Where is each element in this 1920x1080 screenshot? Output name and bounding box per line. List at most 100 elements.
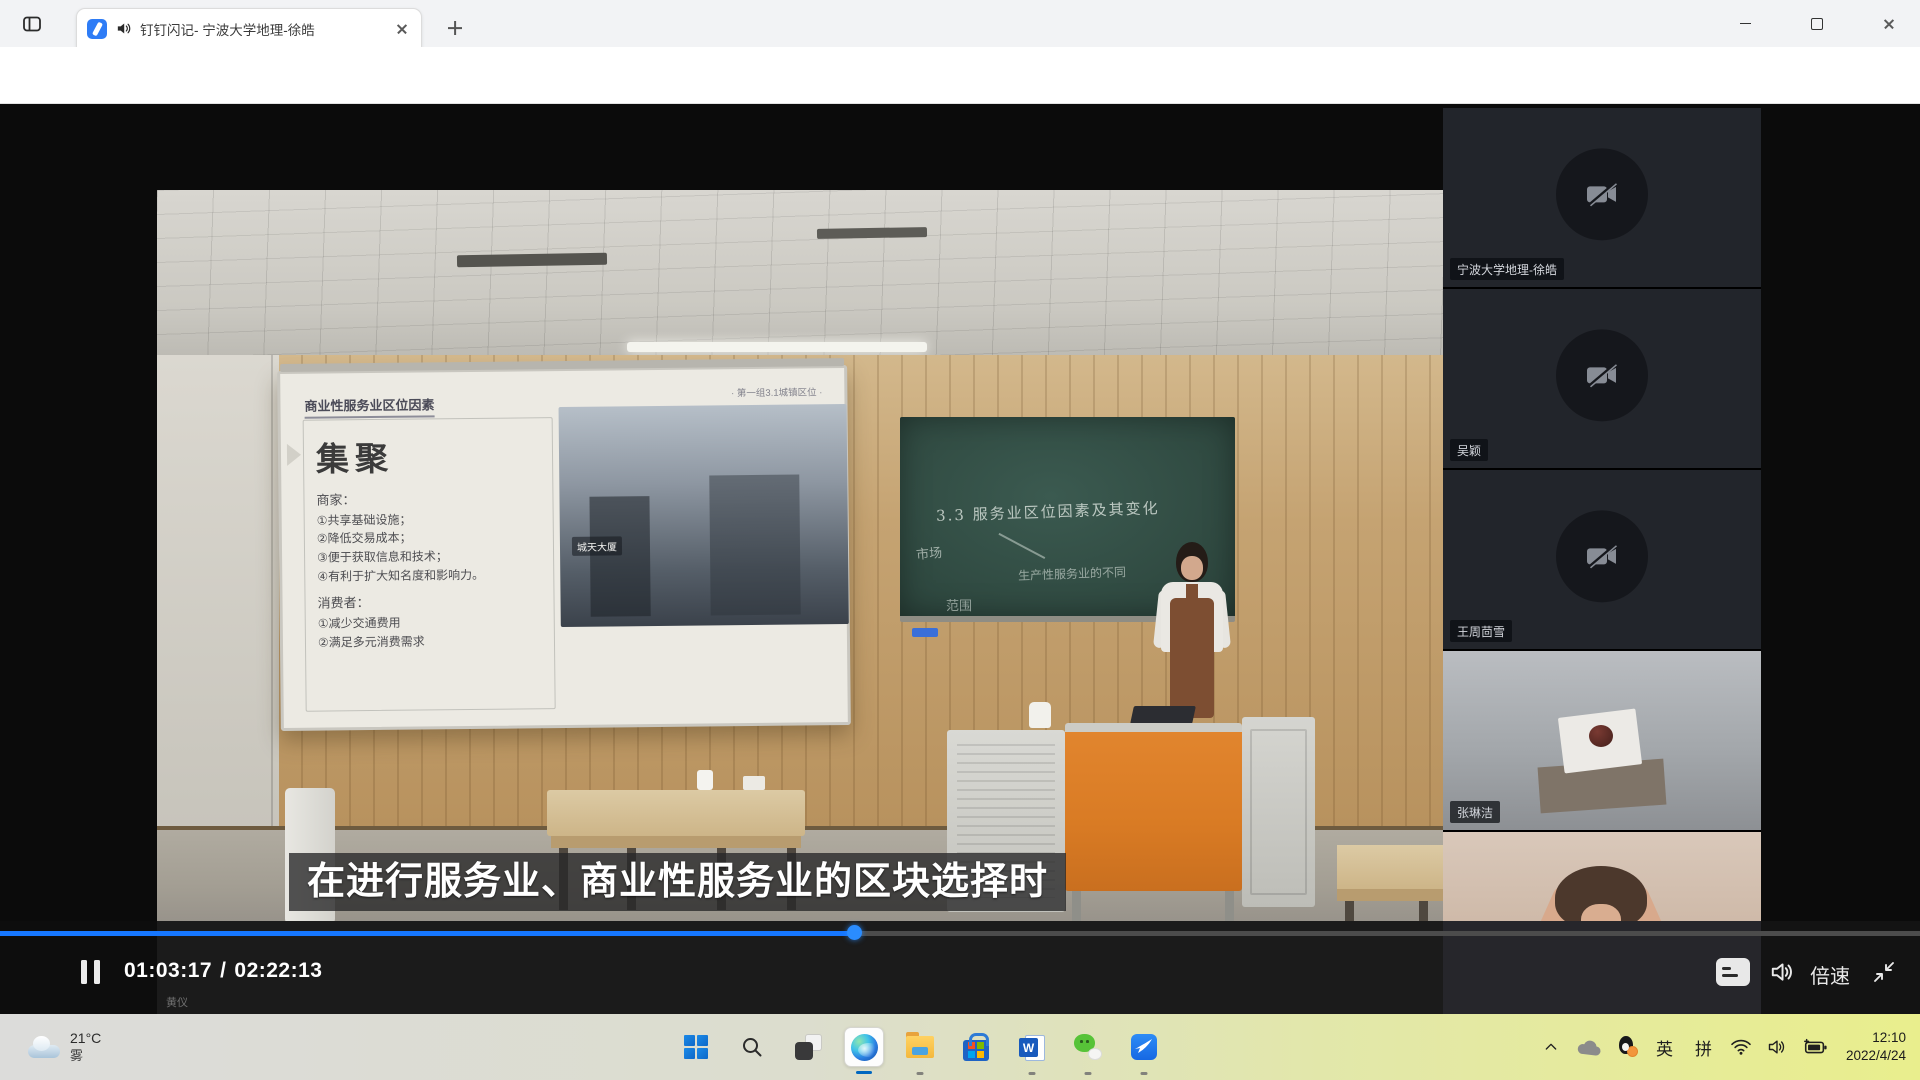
cup xyxy=(697,770,713,790)
blackboard-note: 市场 xyxy=(915,542,943,563)
dingtalk-shanji-favicon xyxy=(87,19,107,39)
tab-close-button[interactable] xyxy=(393,20,411,38)
word-icon: W xyxy=(1019,1034,1045,1060)
search-button[interactable] xyxy=(732,1027,772,1067)
teacher-desk xyxy=(1065,723,1242,891)
window-minimize-button[interactable] xyxy=(1722,0,1768,47)
microsoft-store-icon xyxy=(963,1040,989,1061)
camera-off-avatar xyxy=(1556,510,1648,602)
ceiling-light xyxy=(627,342,927,352)
slide-line: 商家： xyxy=(316,488,540,511)
participant-tile[interactable]: 吴颖 xyxy=(1443,289,1761,468)
tab-audio-icon[interactable] xyxy=(115,20,132,37)
slide-photo: 城天大厦 xyxy=(559,404,849,627)
camera-off-icon xyxy=(1585,362,1619,388)
browser-tab[interactable]: 钉钉闪记- 宁波大学地理-徐皓 xyxy=(76,8,422,48)
search-icon xyxy=(740,1035,764,1059)
slide-header: 商业性服务业区位因素 xyxy=(304,394,434,418)
taskbar-app-icons: W xyxy=(676,1014,1164,1080)
system-tray: 英 拼 xyxy=(1540,1014,1920,1080)
camera-off-avatar xyxy=(1556,329,1648,421)
running-app-indicator xyxy=(917,1072,924,1075)
task-view-icon xyxy=(795,1042,813,1060)
video-frame[interactable]: 商业性服务业区位因素 · 第一组3.1城镇区位 · 集聚 商家： ①共享基础设施… xyxy=(157,190,1443,925)
volume-button[interactable] xyxy=(1766,956,1798,988)
running-app-indicator xyxy=(1141,1072,1148,1075)
windows-taskbar: 21°C 雾 xyxy=(0,1014,1920,1080)
blackboard-title: 3.3 服务业区位因素及其变化 xyxy=(936,497,1160,526)
playback-speed-button[interactable]: 倍速 xyxy=(1810,960,1850,989)
student-table xyxy=(547,790,805,836)
taskbar-wechat-button[interactable] xyxy=(1068,1027,1108,1067)
tray-date: 2022/4/24 xyxy=(1846,1048,1906,1063)
window-close-button[interactable] xyxy=(1866,0,1912,47)
slide-photo-caption: 城天大厦 xyxy=(572,536,622,556)
board-eraser xyxy=(912,628,938,637)
desk-leg xyxy=(1072,891,1081,921)
dingtalk-icon xyxy=(1131,1034,1157,1060)
running-app-indicator xyxy=(1029,1072,1036,1075)
collapse-view-button[interactable] xyxy=(1868,956,1900,988)
slide-line: ④有利于扩大知名度和影响力。 xyxy=(317,566,541,587)
pause-button[interactable] xyxy=(76,958,104,986)
wifi-icon[interactable] xyxy=(1730,1027,1752,1067)
presenter-apron xyxy=(1170,598,1214,718)
battery-charging-icon[interactable] xyxy=(1802,1027,1828,1067)
tray-chevron-button[interactable] xyxy=(1540,1027,1562,1067)
onedrive-cloud-icon[interactable] xyxy=(1576,1027,1602,1067)
participant-tile[interactable]: 宁波大学地理-徐皓 xyxy=(1443,108,1761,287)
slide-line: ③便于获取信息和技术； xyxy=(317,547,541,568)
presenter-face xyxy=(1181,556,1203,580)
start-button[interactable] xyxy=(676,1027,716,1067)
laptop xyxy=(1130,706,1196,724)
camera-off-icon xyxy=(1585,543,1619,569)
participant-tile[interactable]: 张琳洁 xyxy=(1443,651,1761,830)
browser-tab-bar: 钉钉闪记- 宁波大学地理-徐皓 xyxy=(0,0,1920,47)
participant-name: 宁波大学地理-徐皓 xyxy=(1450,258,1564,280)
weather-widget[interactable]: 21°C 雾 xyxy=(18,1014,109,1080)
classroom-ceiling xyxy=(157,190,1443,355)
taskbar-file-explorer-button[interactable] xyxy=(900,1027,940,1067)
blackboard-chalk-stroke xyxy=(999,533,1046,559)
slide-heading: 集聚 xyxy=(316,430,540,480)
ceiling-vent xyxy=(817,227,927,239)
taskbar-store-button[interactable] xyxy=(956,1027,996,1067)
student-table xyxy=(1337,845,1443,889)
taskbar-dingtalk-button[interactable] xyxy=(1124,1027,1164,1067)
window-maximize-button[interactable] xyxy=(1794,0,1840,47)
progress-bar[interactable] xyxy=(0,931,1920,936)
taskbar-edge-button[interactable] xyxy=(844,1027,884,1067)
participant-video-still xyxy=(1589,725,1613,747)
tab-title: 钉钉闪记- 宁波大学地理-徐皓 xyxy=(140,19,385,39)
viewer-watermark: 黄仪 xyxy=(166,994,188,1010)
slide-line: 消费者： xyxy=(317,592,541,615)
time-separator: / xyxy=(220,959,226,983)
participant-tile[interactable]: 王周茴雪 xyxy=(1443,470,1761,649)
task-view-button[interactable] xyxy=(788,1027,828,1067)
file-explorer-icon xyxy=(906,1036,934,1058)
classroom-left-wall xyxy=(157,355,279,830)
kettle xyxy=(1029,702,1051,728)
projection-screen: 商业性服务业区位因素 · 第一组3.1城镇区位 · 集聚 商家： ①共享基础设施… xyxy=(277,365,851,731)
input-language-indicator[interactable]: 英 xyxy=(1652,1027,1677,1067)
camera-off-avatar xyxy=(1556,148,1648,240)
slide-corner-note: · 第一组3.1城镇区位 · xyxy=(731,384,822,399)
progress-fill xyxy=(0,931,854,936)
windows-logo-icon xyxy=(684,1035,708,1059)
lectern xyxy=(1242,717,1315,907)
slide-line: ②降低交易成本； xyxy=(317,528,541,549)
tray-time: 12:10 xyxy=(1872,1030,1906,1045)
input-method-indicator[interactable]: 拼 xyxy=(1691,1027,1716,1067)
blackboard-note: 生产性服务业的不同 xyxy=(1018,563,1127,584)
taskbar-word-button[interactable]: W xyxy=(1012,1027,1052,1067)
qq-tray-icon[interactable] xyxy=(1616,1036,1638,1058)
new-tab-button[interactable] xyxy=(440,14,470,42)
tab-actions-menu-button[interactable] xyxy=(16,9,48,39)
window-close-icon xyxy=(1880,15,1898,33)
edge-icon xyxy=(851,1034,878,1061)
volume-tray-icon[interactable] xyxy=(1766,1027,1788,1067)
slide-line: ②满足多元消费需求 xyxy=(318,631,542,652)
subtitle-toggle-button[interactable] xyxy=(1716,958,1750,986)
taskbar-clock[interactable]: 12:10 2022/4/24 xyxy=(1842,1029,1906,1065)
participant-name: 王周茴雪 xyxy=(1450,620,1512,642)
